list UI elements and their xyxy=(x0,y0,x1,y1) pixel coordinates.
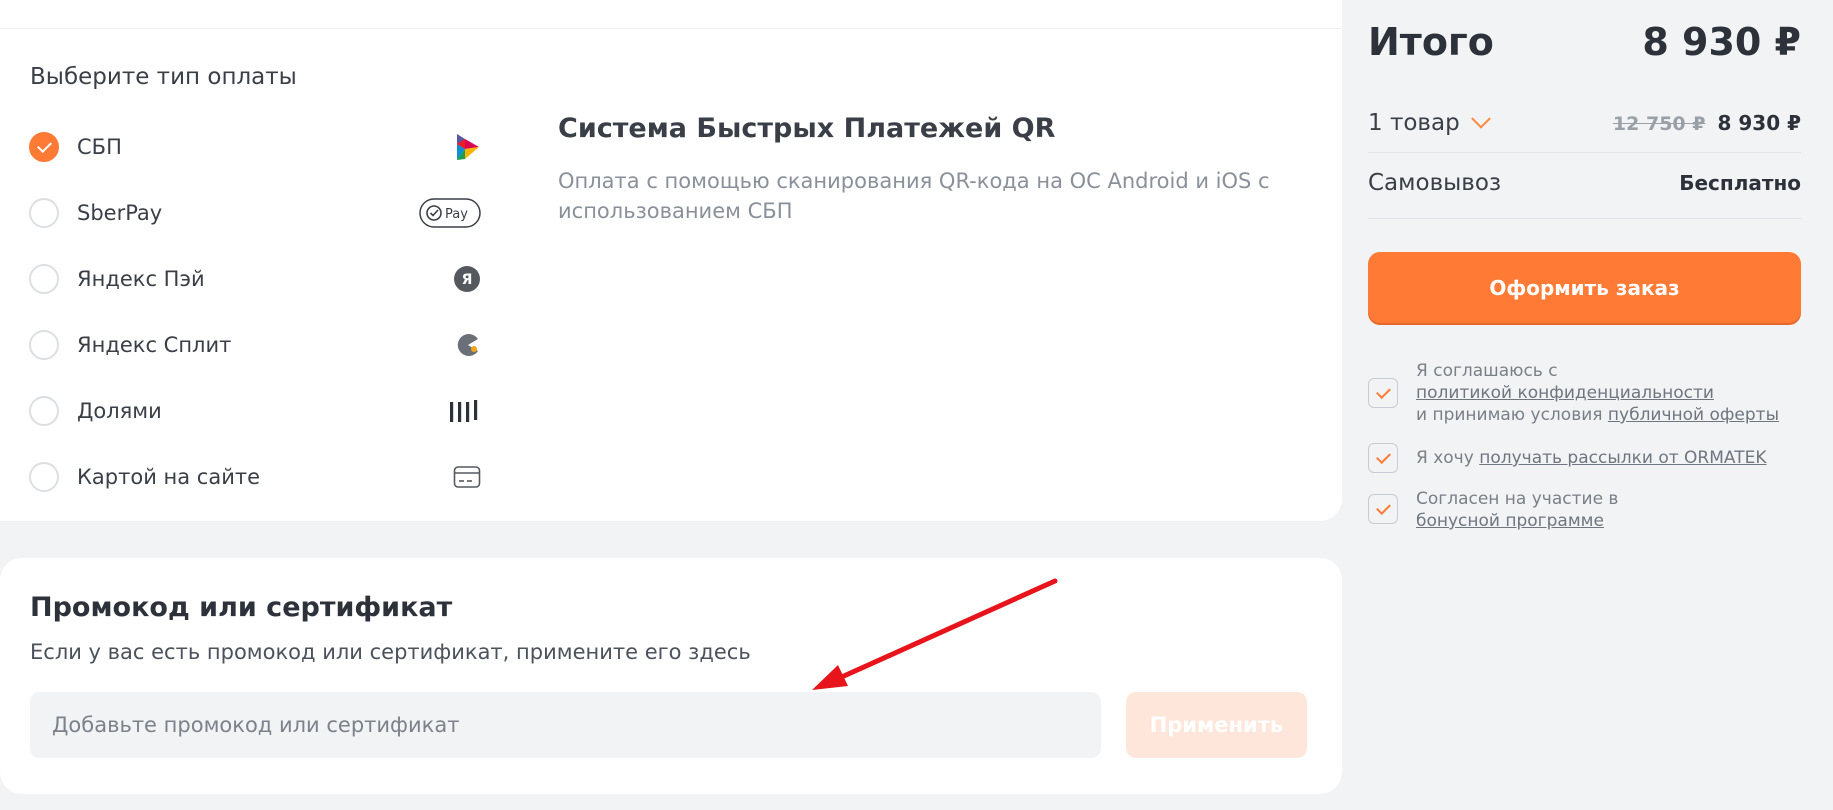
newsletter-checkbox[interactable] xyxy=(1368,443,1398,473)
dolyami-icon xyxy=(449,398,481,424)
public-offer-link[interactable]: публичной оферты xyxy=(1608,405,1779,425)
payment-option-sberpay[interactable]: SberPay Pay xyxy=(29,180,481,246)
total-value: 8 930 ₽ xyxy=(1642,20,1801,64)
divider xyxy=(0,28,1342,29)
radio-yandex-split[interactable] xyxy=(29,330,59,360)
payment-option-yandex-pay[interactable]: Яндекс Пэй Я xyxy=(29,246,481,312)
agreement-text-part: Я соглашаюсь с xyxy=(1416,361,1558,381)
agreement-text: Я хочу получать рассылки от ORMATEK xyxy=(1416,447,1767,473)
order-summary: Итого 8 930 ₽ 1 товар 12 750 ₽ 8 930 ₽ С… xyxy=(1368,0,1801,810)
privacy-checkbox[interactable] xyxy=(1368,378,1398,408)
agreement-privacy: Я соглашаюсь с политикой конфиденциально… xyxy=(1368,360,1801,426)
sberpay-icon-text: Pay xyxy=(445,207,468,222)
agreement-newsletter: Я хочу получать рассылки от ORMATEK xyxy=(1368,443,1801,473)
payment-options-list: СБП SberPay Pay Яндекс Пэй Я Яндекс Спли… xyxy=(29,114,481,510)
bonus-checkbox[interactable] xyxy=(1368,494,1398,524)
promo-code-input[interactable] xyxy=(30,692,1101,758)
total-label: Итого xyxy=(1368,20,1494,64)
items-toggle[interactable]: 1 товар xyxy=(1368,108,1491,136)
payment-option-label: СБП xyxy=(77,135,122,159)
newsletter-link[interactable]: получать рассылки от ORMATEK xyxy=(1479,448,1766,468)
items-row: 1 товар 12 750 ₽ 8 930 ₽ xyxy=(1368,96,1801,150)
promo-subtitle: Если у вас есть промокод или сертификат,… xyxy=(30,640,751,664)
agreement-text-part: Согласен на участие в xyxy=(1416,489,1619,509)
items-prices: 12 750 ₽ 8 930 ₽ xyxy=(1613,111,1801,135)
agreement-text-part: Я хочу xyxy=(1416,448,1474,468)
new-price: 8 930 ₽ xyxy=(1717,111,1801,135)
payment-card: Выберите тип оплаты СБП SberPay Pay Янде… xyxy=(0,0,1342,521)
divider xyxy=(1368,152,1801,153)
radio-sbp[interactable] xyxy=(29,132,59,162)
payment-description-text: Оплата с помощью сканирования QR-кода на… xyxy=(558,169,1270,223)
sbp-icon xyxy=(455,132,481,162)
payment-option-label: Долями xyxy=(77,399,162,423)
payment-option-sbp[interactable]: СБП xyxy=(29,114,481,180)
pickup-row: Самовывоз Бесплатно xyxy=(1368,156,1801,210)
yandex-pay-icon-text: Я xyxy=(462,272,473,288)
chevron-down-icon[interactable] xyxy=(1470,108,1491,129)
payment-description-title: Система Быстрых Платежей QR xyxy=(558,113,1056,144)
divider xyxy=(1368,218,1801,219)
agreement-text: Согласен на участие в бонусной программе xyxy=(1416,488,1618,532)
payment-option-label: SberPay xyxy=(77,201,163,225)
total-row: Итого 8 930 ₽ xyxy=(1368,20,1801,64)
pickup-value: Бесплатно xyxy=(1679,171,1801,195)
payment-option-yandex-split[interactable]: Яндекс Сплит xyxy=(29,312,481,378)
items-count-label: 1 товар xyxy=(1368,110,1460,136)
radio-yandex-pay[interactable] xyxy=(29,264,59,294)
bonus-program-link[interactable]: бонусной программе xyxy=(1416,511,1604,531)
payment-option-label: Яндекс Пэй xyxy=(77,267,205,291)
card-icon xyxy=(453,465,481,489)
pickup-label: Самовывоз xyxy=(1368,170,1502,196)
apply-promo-button[interactable]: Применить xyxy=(1126,692,1307,758)
promo-card: Промокод или сертификат Если у вас есть … xyxy=(0,558,1342,794)
old-price: 12 750 ₽ xyxy=(1612,113,1706,135)
yandex-split-icon xyxy=(455,332,481,358)
agreement-text: Я соглашаюсь с политикой конфиденциально… xyxy=(1416,360,1779,426)
payment-type-title: Выберите тип оплаты xyxy=(30,64,297,90)
agreement-text-part: и принимаю условия xyxy=(1416,405,1603,425)
payment-option-card[interactable]: Картой на сайте xyxy=(29,444,481,510)
promo-title: Промокод или сертификат xyxy=(30,592,453,623)
radio-dolyami[interactable] xyxy=(29,396,59,426)
radio-card[interactable] xyxy=(29,462,59,492)
payment-option-dolyami[interactable]: Долями xyxy=(29,378,481,444)
radio-sberpay[interactable] xyxy=(29,198,59,228)
agreement-bonus: Согласен на участие в бонусной программе xyxy=(1368,488,1801,532)
payment-option-label: Картой на сайте xyxy=(77,465,261,489)
yandex-pay-icon: Я xyxy=(453,265,481,293)
sberpay-icon: Pay xyxy=(419,198,481,228)
privacy-policy-link[interactable]: политикой конфиденциальности xyxy=(1416,383,1714,403)
payment-option-label: Яндекс Сплит xyxy=(77,333,232,357)
place-order-button[interactable]: Оформить заказ xyxy=(1368,252,1801,323)
